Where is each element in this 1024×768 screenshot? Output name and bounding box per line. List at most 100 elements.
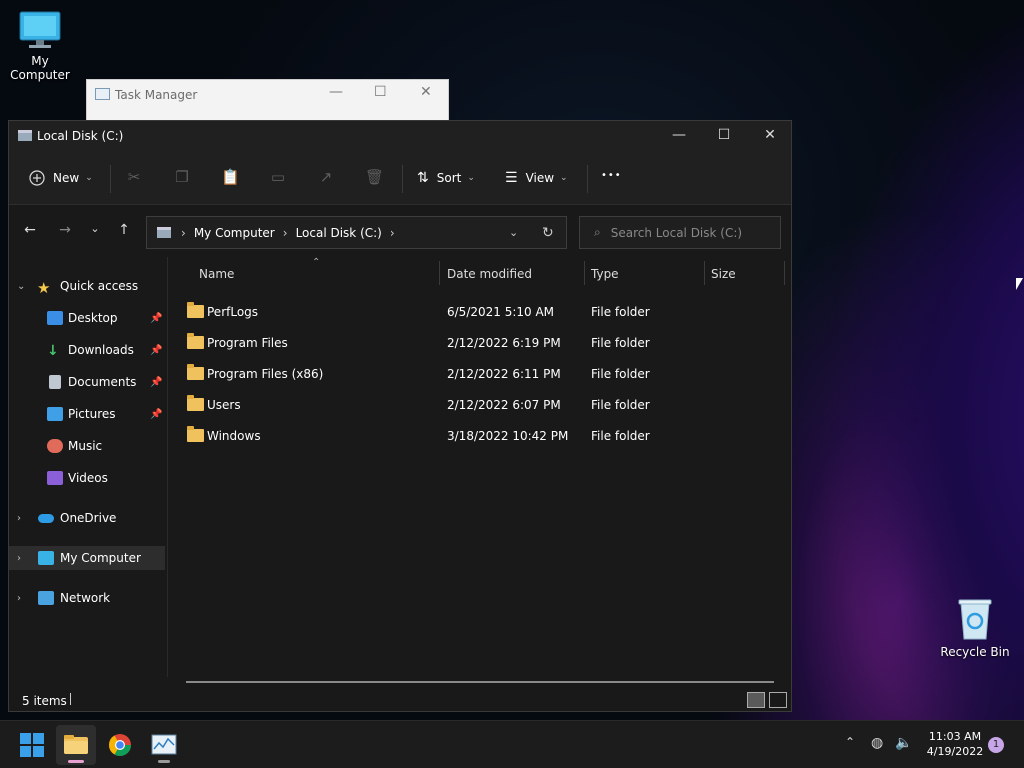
task-manager-close-button[interactable]: ✕ xyxy=(420,84,432,100)
maximize-button[interactable]: ☐ xyxy=(709,127,739,143)
sidebar-item-label: Network xyxy=(60,591,111,605)
refresh-icon[interactable]: ↻ xyxy=(542,225,554,241)
sidebar-item-music[interactable]: Music xyxy=(9,434,165,458)
column-divider[interactable] xyxy=(784,261,785,285)
column-header-name[interactable]: Name xyxy=(199,267,234,281)
details-view-icon[interactable] xyxy=(747,692,765,708)
table-row[interactable]: PerfLogs 6/5/2021 5:10 AM File folder xyxy=(184,301,784,325)
breadcrumb-my-computer[interactable]: My Computer xyxy=(194,226,275,240)
sort-icon: ⇅ xyxy=(417,170,429,186)
forward-arrow-icon[interactable]: → xyxy=(55,222,75,238)
search-input[interactable]: Search Local Disk (C:) xyxy=(611,226,742,240)
sort-button[interactable]: ⇅ Sort ⌄ xyxy=(417,170,475,186)
sort-button-label: Sort xyxy=(436,171,462,185)
status-bar: 5 items xyxy=(9,687,791,713)
see-more-button[interactable]: ••• xyxy=(601,170,622,181)
column-header-date-modified[interactable]: Date modified xyxy=(447,267,532,281)
pane-divider[interactable] xyxy=(167,257,168,677)
clock-time: 11:03 AM xyxy=(928,730,982,743)
toolbar-divider xyxy=(587,165,588,193)
address-bar[interactable]: › My Computer › Local Disk (C:) › ⌄ ↻ xyxy=(146,216,567,249)
paste-icon[interactable]: 📋 xyxy=(221,168,240,186)
back-arrow-icon[interactable]: ← xyxy=(20,222,40,238)
drive-icon xyxy=(18,130,32,141)
column-header-type[interactable]: Type xyxy=(591,267,619,281)
notification-badge[interactable]: 1 xyxy=(988,737,1004,753)
mouse-cursor-icon xyxy=(1016,278,1023,290)
chevron-down-icon: ⌄ xyxy=(467,173,475,183)
chevron-down-icon: ⌄ xyxy=(560,173,568,183)
pin-icon: 📌 xyxy=(150,344,163,356)
folder-icon xyxy=(187,302,204,318)
rename-icon[interactable]: ▭ xyxy=(269,168,287,186)
more-icon: ••• xyxy=(601,170,622,181)
chevron-right-icon[interactable]: › xyxy=(17,513,21,524)
file-type: File folder xyxy=(591,305,650,319)
table-row[interactable]: Program Files (x86) 2/12/2022 6:11 PM Fi… xyxy=(184,363,784,387)
task-manager-window[interactable]: Task Manager — ☐ ✕ xyxy=(86,79,449,121)
sidebar-item-videos[interactable]: Videos xyxy=(9,466,165,490)
sidebar-item-label: Desktop xyxy=(68,311,118,325)
copy-icon[interactable]: ❐ xyxy=(173,168,191,186)
network-icon xyxy=(38,591,54,605)
column-divider[interactable] xyxy=(704,261,705,285)
search-box[interactable]: ⌕ Search Local Disk (C:) xyxy=(579,216,781,249)
sidebar-item-downloads[interactable]: ↓ Downloads 📌 xyxy=(9,338,165,362)
file-type: File folder xyxy=(591,336,650,350)
system-clock[interactable]: 11:03 AM 4/19/2022 xyxy=(922,729,988,759)
breadcrumb-local-disk[interactable]: Local Disk (C:) xyxy=(296,226,382,240)
chevron-down-icon[interactable]: ⌄ xyxy=(17,281,25,292)
show-hidden-icons-chevron-icon[interactable]: ⌃ xyxy=(845,735,855,749)
table-row[interactable]: Program Files 2/12/2022 6:19 PM File fol… xyxy=(184,332,784,356)
column-divider[interactable] xyxy=(584,261,585,285)
folder-icon xyxy=(187,333,204,349)
sidebar-item-my-computer[interactable]: › My Computer xyxy=(9,546,165,570)
sidebar-item-label: Pictures xyxy=(68,407,116,421)
sidebar-item-network[interactable]: › Network xyxy=(9,586,165,610)
address-dropdown-icon[interactable]: ⌄ xyxy=(509,226,518,239)
taskbar: ⌃ ◍ 🔈 11:03 AM 4/19/2022 1 xyxy=(0,720,1024,768)
large-icons-view-icon[interactable] xyxy=(769,692,787,708)
title-bar[interactable]: Local Disk (C:) — ☐ ✕ xyxy=(9,121,791,153)
start-button[interactable] xyxy=(12,725,52,765)
sidebar-item-onedrive[interactable]: › OneDrive xyxy=(9,506,165,530)
recent-locations-chevron-icon[interactable]: ⌄ xyxy=(85,222,105,235)
drive-icon xyxy=(157,227,171,238)
sidebar-item-label: My Computer xyxy=(60,551,141,565)
close-button[interactable]: ✕ xyxy=(755,127,785,143)
taskbar-chrome[interactable] xyxy=(100,725,140,765)
horizontal-scrollbar[interactable] xyxy=(186,681,774,683)
volume-icon[interactable]: 🔈 xyxy=(895,735,912,751)
table-row[interactable]: Windows 3/18/2022 10:42 PM File folder xyxy=(184,425,784,449)
view-button-label: View xyxy=(525,171,555,185)
task-manager-minimize-button[interactable]: — xyxy=(329,84,343,100)
item-count: 5 items xyxy=(22,694,67,708)
cut-icon[interactable]: ✂ xyxy=(125,168,143,186)
new-button[interactable]: New ⌄ xyxy=(29,170,93,186)
desktop-recycle-bin[interactable]: Recycle Bin xyxy=(935,597,1015,659)
column-header-size[interactable]: Size xyxy=(711,267,736,281)
delete-icon[interactable]: 🗑 xyxy=(365,168,384,186)
up-arrow-icon[interactable]: ↑ xyxy=(114,222,134,238)
star-icon: ★ xyxy=(37,279,51,297)
chevron-right-icon[interactable]: › xyxy=(17,593,21,604)
sidebar-item-pictures[interactable]: Pictures 📌 xyxy=(9,402,165,426)
table-row[interactable]: Users 2/12/2022 6:07 PM File folder xyxy=(184,394,784,418)
task-manager-maximize-button[interactable]: ☐ xyxy=(374,84,387,100)
taskbar-file-explorer[interactable] xyxy=(56,725,96,765)
desktop-my-computer[interactable]: My Computer xyxy=(0,10,80,82)
sidebar-item-documents[interactable]: Documents 📌 xyxy=(9,370,165,394)
desktop-my-computer-label: My Computer xyxy=(10,54,70,82)
sidebar-item-desktop[interactable]: Desktop 📌 xyxy=(9,306,165,330)
share-icon[interactable]: ↗ xyxy=(317,168,335,186)
view-button[interactable]: ☰ View ⌄ xyxy=(505,170,568,186)
sidebar-item-label: Videos xyxy=(68,471,108,485)
file-type: File folder xyxy=(591,398,650,412)
column-divider[interactable] xyxy=(439,261,440,285)
globe-language-icon[interactable]: ◍ xyxy=(871,735,883,751)
minimize-button[interactable]: — xyxy=(664,127,694,143)
sidebar-item-quick-access[interactable]: ⌄ ★ Quick access xyxy=(9,274,165,298)
chevron-right-icon[interactable]: › xyxy=(17,553,21,564)
sidebar-item-label: Music xyxy=(68,439,103,453)
taskbar-task-manager[interactable] xyxy=(144,725,184,765)
